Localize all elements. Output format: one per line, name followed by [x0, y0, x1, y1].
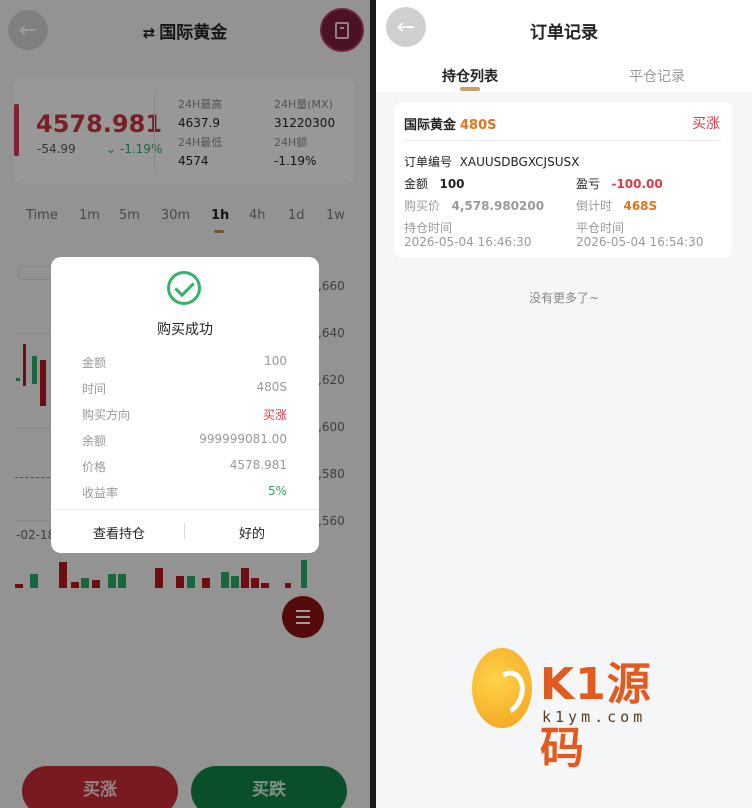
order-amount: 金额 100	[404, 177, 465, 191]
order-direction: 买涨	[692, 116, 720, 132]
dialog-title: 购买成功	[157, 322, 213, 338]
view-positions-button[interactable]: 查看持仓	[93, 523, 145, 542]
detail-row: 余额 999999081.00	[82, 432, 287, 448]
order-buy-price: 购买价 4,578.980200	[404, 199, 545, 213]
divider	[404, 140, 722, 141]
records-header: ← 订单记录 持仓列表 平仓记录	[376, 0, 752, 92]
purchase-success-dialog: 购买成功 金额 100 时间 480S 购买方向 买涨 余额 999999081.00 …	[51, 257, 319, 553]
detail-row: 收益率 5%	[82, 484, 287, 500]
detail-row: 时间 480S	[82, 380, 287, 396]
detail-row: 购买方向 买涨	[82, 408, 287, 422]
tab-open-positions[interactable]: 持仓列表	[442, 66, 498, 86]
success-check-icon	[167, 271, 201, 305]
order-duration: 480S	[460, 118, 497, 133]
no-more-text: 没有更多了~	[528, 291, 600, 305]
tab-closed-records[interactable]: 平仓记录	[629, 66, 685, 86]
order-countdown: 倒计时 468S	[576, 199, 658, 213]
open-time-label: 持仓时间	[404, 221, 453, 235]
divider	[184, 523, 185, 539]
order-number: 订单编号 XAUUSDBGXCJSUSX	[404, 155, 580, 169]
brand-logo-icon	[472, 648, 532, 728]
detail-row: 金额 100	[82, 354, 287, 370]
detail-row: 价格 4578.981	[82, 458, 287, 474]
open-time: 2026-05-04 16:46:30	[404, 235, 532, 249]
app-root: ← ⇄ 国际黄金 4578.981 -54.99 ⌄ -1.19% 24H最高 4…	[0, 0, 752, 808]
active-tab-indicator	[460, 87, 480, 91]
watermark-url: k1ym.com	[542, 708, 647, 726]
page-title: 订单记录	[530, 23, 598, 43]
order-card[interactable]: 国际黄金 480S 买涨 订单编号 XAUUSDBGXCJSUSX 金额 100 …	[394, 102, 732, 258]
close-time-label: 平仓时间	[576, 221, 625, 235]
watermark-logo: K1源码 k1ym.com	[472, 646, 682, 774]
close-time: 2026-05-04 16:54:30	[576, 235, 704, 249]
order-symbol: 国际黄金 480S	[404, 118, 497, 133]
order-pnl: 盈亏 -100.00	[576, 177, 663, 191]
divider	[51, 509, 319, 510]
ok-button[interactable]: 好的	[239, 523, 265, 542]
trading-screen: ← ⇄ 国际黄金 4578.981 -54.99 ⌄ -1.19% 24H最高 4…	[0, 0, 370, 808]
